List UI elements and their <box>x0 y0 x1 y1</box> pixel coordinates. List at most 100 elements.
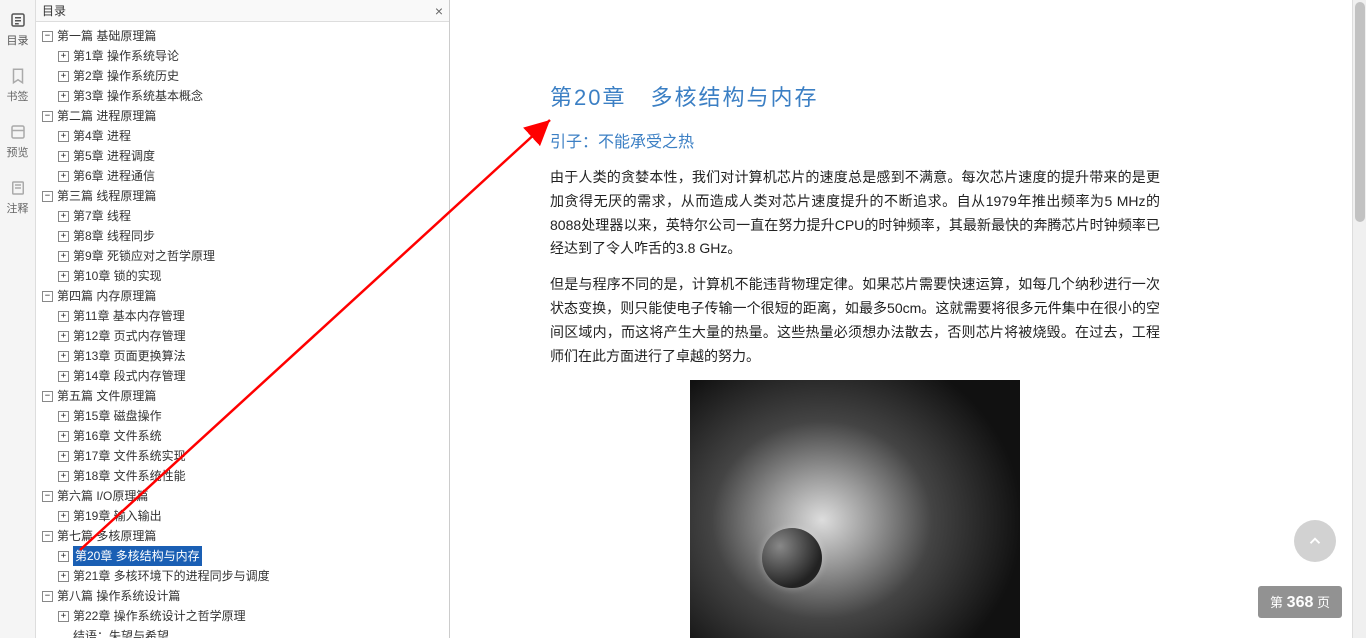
expand-icon[interactable]: + <box>58 271 69 282</box>
expand-icon[interactable]: + <box>58 351 69 362</box>
toc-node[interactable]: + 第16章 文件系统 <box>36 426 449 446</box>
expand-icon[interactable]: + <box>58 611 69 622</box>
expand-icon[interactable]: + <box>58 51 69 62</box>
expand-icon[interactable]: + <box>58 411 69 422</box>
expand-icon[interactable]: + <box>58 171 69 182</box>
figure-image <box>690 380 1020 638</box>
toc-label: 第19章 输入输出 <box>73 506 162 526</box>
toc-node[interactable]: +第6章 进程通信 <box>36 166 449 186</box>
sub-title: 引子：不能承受之热 <box>550 128 1160 152</box>
toc-node[interactable]: + 第5章 进程调度 <box>36 146 449 166</box>
page-suffix: 页 <box>1313 595 1330 610</box>
expand-icon[interactable]: + <box>58 251 69 262</box>
toc-node[interactable]: −第四篇 内存原理篇 <box>36 286 449 306</box>
toc-node[interactable]: + 第8章 线程同步 <box>36 226 449 246</box>
toc-tree: −第一篇 基础原理篇 + 第1章 操作系统导论 + 第2章 操作系统历史 + 第3章 操作系… <box>36 26 449 638</box>
toc-node[interactable]: −第七篇 多核原理篇 <box>36 526 449 546</box>
toc-node[interactable]: + 第12章 页式内存管理 <box>36 326 449 346</box>
toc-node[interactable]: + 第11章 基本内存管理 <box>36 306 449 326</box>
collapse-icon[interactable]: − <box>42 291 53 302</box>
expand-icon[interactable]: + <box>58 451 69 462</box>
toc-label: 结语：失望与希望 <box>73 626 169 638</box>
toc-node[interactable]: + 第1章 操作系统导论 <box>36 46 449 66</box>
toc-label: 第1章 操作系统导论 <box>73 46 179 66</box>
toc-label: 第二篇 进程原理篇 <box>57 106 156 126</box>
tool-toc[interactable]: 目录 <box>7 10 29 48</box>
expand-icon[interactable]: + <box>58 71 69 82</box>
tool-bookmark[interactable]: 书签 <box>7 66 29 104</box>
toc-label: 第8章 线程同步 <box>73 226 155 246</box>
expand-icon[interactable]: + <box>58 91 69 102</box>
toc-node[interactable]: +第22章 操作系统设计之哲学原理 <box>36 606 449 626</box>
toc-label: 第12章 页式内存管理 <box>73 326 186 346</box>
toc-label: 第15章 磁盘操作 <box>73 406 162 426</box>
toc-node[interactable]: +第9章 死锁应对之哲学原理 <box>36 246 449 266</box>
toc-node[interactable]: + 第15章 磁盘操作 <box>36 406 449 426</box>
toc-node[interactable]: + 第4章 进程 <box>36 126 449 146</box>
expand-icon[interactable]: + <box>58 431 69 442</box>
toc-label: 第2章 操作系统历史 <box>73 66 179 86</box>
expand-icon[interactable]: + <box>58 151 69 162</box>
collapse-icon[interactable]: − <box>42 591 53 602</box>
toc-node[interactable]: +第20章 多核结构与内存 <box>36 546 449 566</box>
toc-node[interactable]: −第二篇 进程原理篇 <box>36 106 449 126</box>
collapse-icon[interactable]: − <box>42 391 53 402</box>
expand-icon[interactable]: + <box>58 511 69 522</box>
toc-node[interactable]: 结语：失望与希望 <box>36 626 449 638</box>
toc-node[interactable]: + 第19章 输入输出 <box>36 506 449 526</box>
main-scrollbar[interactable] <box>1352 0 1366 638</box>
expand-icon[interactable]: + <box>58 311 69 322</box>
toc-label: 第21章 多核环境下的进程同步与调度 <box>73 566 270 586</box>
toc-header: 目录 × <box>36 0 449 22</box>
toc-node[interactable]: +第10章 锁的实现 <box>36 266 449 286</box>
toc-node[interactable]: +第17章 文件系统实现 <box>36 446 449 466</box>
collapse-icon[interactable]: − <box>42 491 53 502</box>
toc-node[interactable]: −第六篇 I/O原理篇 <box>36 486 449 506</box>
collapse-icon[interactable]: − <box>42 531 53 542</box>
toc-label: 第4章 进程 <box>73 126 131 146</box>
expand-icon[interactable]: + <box>58 551 69 562</box>
collapse-icon[interactable]: − <box>42 191 53 202</box>
back-to-top-button[interactable] <box>1294 520 1336 562</box>
toc-node[interactable]: −第八篇 操作系统设计篇 <box>36 586 449 606</box>
toc-body[interactable]: −第一篇 基础原理篇 + 第1章 操作系统导论 + 第2章 操作系统历史 + 第3章 操作系… <box>36 22 449 638</box>
toc-node[interactable]: −第五篇 文件原理篇 <box>36 386 449 406</box>
collapse-icon[interactable]: − <box>42 111 53 122</box>
toc-panel: 目录 × −第一篇 基础原理篇 + 第1章 操作系统导论 + 第2章 操作系统历史 + 第3… <box>36 0 450 638</box>
toc-node[interactable]: + 第14章 段式内存管理 <box>36 366 449 386</box>
expand-icon[interactable]: + <box>58 211 69 222</box>
expand-icon[interactable]: + <box>58 231 69 242</box>
toc-label: 第14章 段式内存管理 <box>73 366 186 386</box>
expand-icon[interactable]: + <box>58 131 69 142</box>
toc-node[interactable]: −第三篇 线程原理篇 <box>36 186 449 206</box>
expand-icon[interactable]: + <box>58 331 69 342</box>
toc-label: 第11章 基本内存管理 <box>73 306 185 326</box>
toc-node[interactable]: + 第3章 操作系统基本概念 <box>36 86 449 106</box>
toc-label: 第3章 操作系统基本概念 <box>73 86 203 106</box>
expand-icon[interactable]: + <box>58 371 69 382</box>
page: 第20章 多核结构与内存 引子：不能承受之热 由于人类的贪婪本性，我们对计算机芯… <box>450 0 1210 638</box>
toc-label: 第六篇 I/O原理篇 <box>57 486 148 506</box>
main-content: 第20章 多核结构与内存 引子：不能承受之热 由于人类的贪婪本性，我们对计算机芯… <box>450 0 1352 638</box>
scroll-thumb[interactable] <box>1355 2 1365 222</box>
tool-label: 书签 <box>7 88 29 104</box>
toc-node[interactable]: +第7章 线程 <box>36 206 449 226</box>
toc-node[interactable]: −第一篇 基础原理篇 <box>36 26 449 46</box>
toc-label: 第三篇 线程原理篇 <box>57 186 156 206</box>
expand-icon[interactable]: + <box>58 571 69 582</box>
expand-icon[interactable]: + <box>58 471 69 482</box>
tool-preview[interactable]: 预览 <box>7 122 29 160</box>
collapse-icon[interactable]: − <box>42 31 53 42</box>
toc-title: 目录 <box>42 2 66 19</box>
tool-annotate[interactable]: 注释 <box>7 178 29 216</box>
toc-node[interactable]: + 第21章 多核环境下的进程同步与调度 <box>36 566 449 586</box>
page-indicator[interactable]: 第 368 页 <box>1258 586 1342 618</box>
toc-node[interactable]: +第13章 页面更换算法 <box>36 346 449 366</box>
toc-label: 第5章 进程调度 <box>73 146 155 166</box>
toc-label: 第七篇 多核原理篇 <box>57 526 156 546</box>
toc-label: 第16章 文件系统 <box>73 426 162 446</box>
toc-label: 第四篇 内存原理篇 <box>57 286 156 306</box>
toc-node[interactable]: + 第2章 操作系统历史 <box>36 66 449 86</box>
toc-node[interactable]: +第18章 文件系统性能 <box>36 466 449 486</box>
close-icon[interactable]: × <box>435 3 443 19</box>
